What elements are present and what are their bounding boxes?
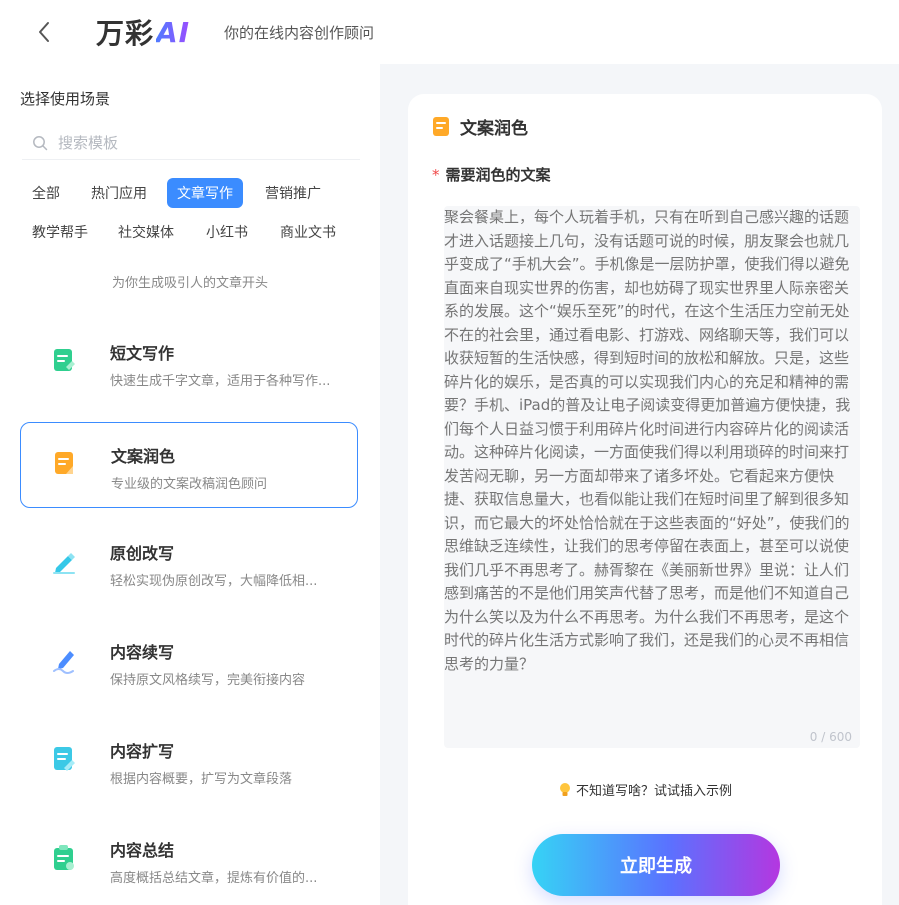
category-all[interactable]: 全部 <box>22 178 70 208</box>
category-hint: 为你生成吸引人的文章开头 <box>112 276 269 291</box>
pencil-cyan-icon <box>53 553 75 574</box>
template-title: 内容续写 <box>110 643 175 662</box>
top-header: 万彩 AI 你的在线内容创作顾问 <box>0 0 899 64</box>
template-title: 文案润色 <box>111 447 176 466</box>
template-desc: 高度概括总结文章，提炼有价值的... <box>110 871 318 886</box>
search-input[interactable]: 搜索模板 <box>58 132 118 153</box>
template-card-copy-polish[interactable]: 文案润色 专业级的文案改稿润色顾问 <box>20 422 358 508</box>
copy-field-label-text: 需要润色的文案 <box>445 166 551 184</box>
template-desc: 专业级的文案改稿润色顾问 <box>111 477 268 492</box>
lightbulb-icon <box>560 782 570 796</box>
template-card-original-rewrite[interactable]: 原创改写 轻松实现伪原创改写，大幅降低相... <box>20 520 358 606</box>
form-title: 文案润色 <box>460 119 528 139</box>
category-business-docs[interactable]: 商业文书 <box>270 217 346 247</box>
chevron-left-icon <box>39 22 49 42</box>
template-title: 内容扩写 <box>110 742 175 761</box>
category-xiaohongshu[interactable]: 小红书 <box>196 217 258 247</box>
search-icon <box>33 135 48 150</box>
template-title: 短文写作 <box>110 344 175 363</box>
pen-blue-icon <box>53 651 74 674</box>
generate-button[interactable]: 立即生成 <box>532 834 780 896</box>
back-button[interactable] <box>30 18 58 46</box>
required-mark: * <box>432 166 440 184</box>
category-social-media[interactable]: 社交媒体 <box>108 217 184 247</box>
template-card-expand-writing[interactable]: 内容扩写 根据内容概要，扩写为文章段落 <box>20 718 358 804</box>
copy-textarea-container: 0 / 600 <box>444 206 860 748</box>
copy-textarea[interactable] <box>444 206 860 748</box>
template-desc: 快速生成千字文章，适用于各种写作... <box>110 374 331 389</box>
template-title: 内容总结 <box>110 841 175 860</box>
category-marketing[interactable]: 营销推广 <box>255 178 331 208</box>
insert-example-text: 不知道写啥？试试插入示例 <box>576 784 733 799</box>
category-teaching[interactable]: 教学帮手 <box>22 217 98 247</box>
template-card-summarize[interactable]: 内容总结 高度概括总结文章，提炼有价值的... <box>20 817 358 903</box>
insert-example-link[interactable]: 不知道写啥？试试插入示例 <box>558 780 732 799</box>
template-search[interactable]: 搜索模板 <box>22 126 360 160</box>
template-card-continue-writing[interactable]: 内容续写 保持原文风格续写，完美衔接内容 <box>20 619 358 705</box>
char-counter: 0 / 600 <box>809 730 852 744</box>
document-orange-icon <box>55 452 73 474</box>
template-desc: 根据内容概要，扩写为文章段落 <box>110 772 293 787</box>
category-article-writing[interactable]: 文章写作 <box>167 178 243 208</box>
template-title: 原创改写 <box>110 544 175 563</box>
scene-title: 选择使用场景 <box>20 90 111 108</box>
clipboard-green-icon <box>54 845 74 870</box>
copy-field-label: * 需要润色的文案 <box>432 164 551 185</box>
notepad-cyan-icon <box>54 747 75 771</box>
polish-form-panel: 文案润色 * 需要润色的文案 0 / 600 不知道写啥？试试插入示例 立即生成 <box>408 94 882 905</box>
template-desc: 保持原文风格续写，完美衔接内容 <box>110 673 306 688</box>
document-green-icon <box>54 349 75 371</box>
brand-logo[interactable]: 万彩 AI <box>96 12 190 52</box>
brand-text: 万彩 <box>96 17 155 50</box>
header-tagline: 你的在线内容创作顾问 <box>224 24 375 42</box>
scene-sidebar: 选择使用场景 搜索模板 全部 热门应用 文章写作 营销推广 教学帮手 社交媒体 … <box>0 64 380 905</box>
form-header: 文案润色 <box>432 114 528 139</box>
brand-ai-mark: AI <box>156 15 191 49</box>
document-orange-icon <box>433 116 449 136</box>
template-desc: 轻松实现伪原创改写，大幅降低相... <box>110 574 318 589</box>
template-card-short-writing[interactable]: 短文写作 快速生成千字文章，适用于各种写作... <box>20 320 358 406</box>
category-hot[interactable]: 热门应用 <box>81 178 157 208</box>
